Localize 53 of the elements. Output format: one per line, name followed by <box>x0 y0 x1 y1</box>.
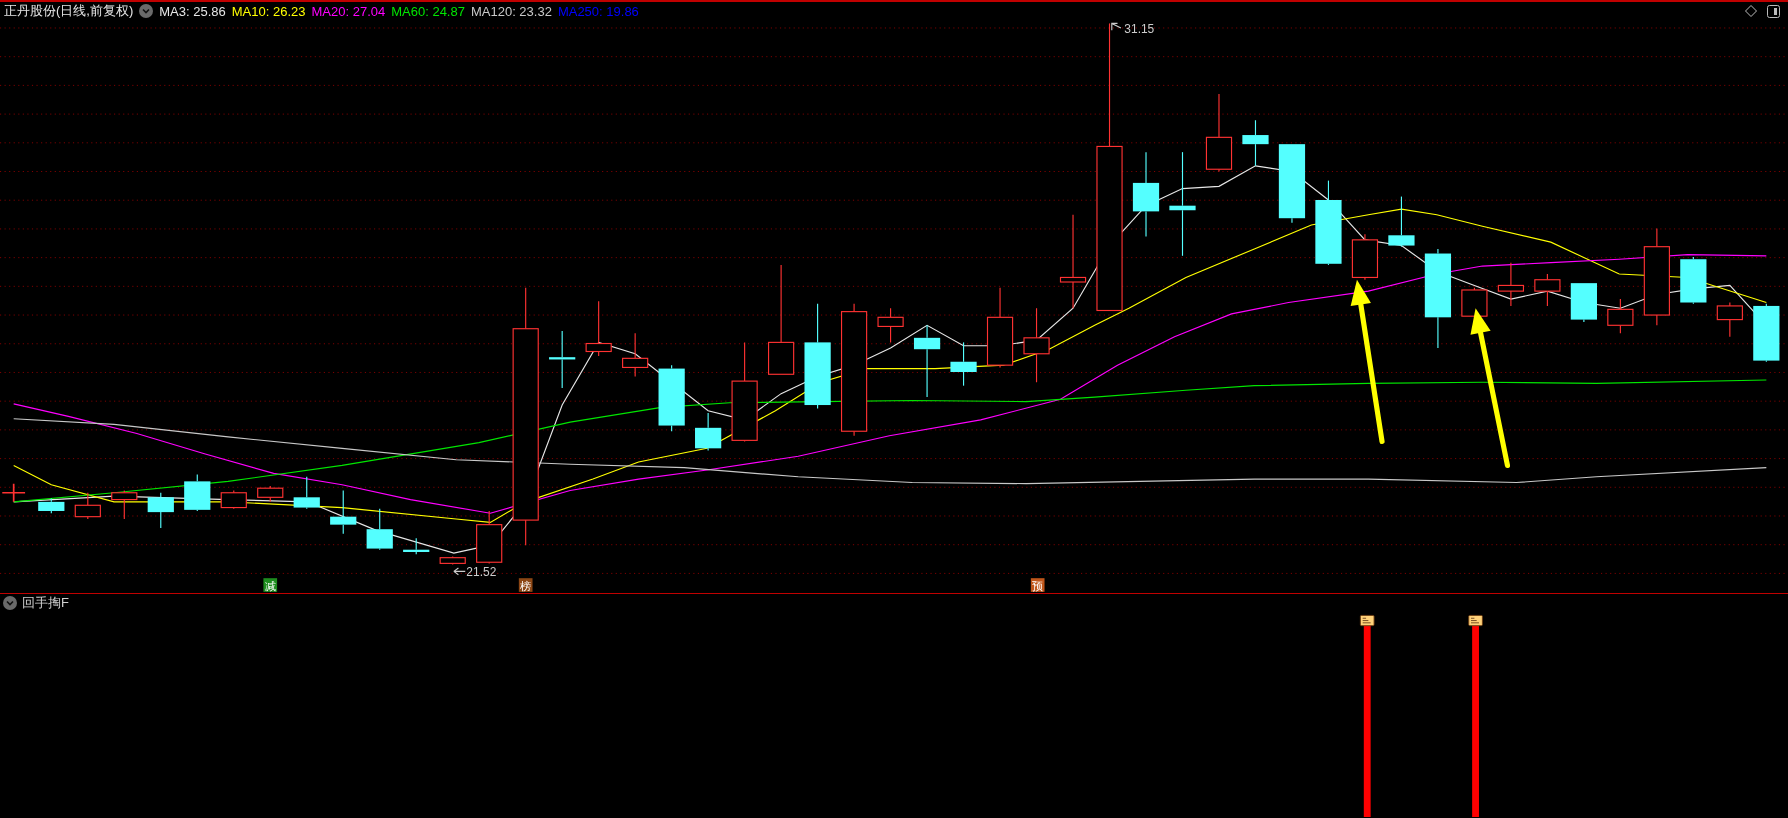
candlestick <box>1461 287 1488 318</box>
candlestick <box>439 555 466 566</box>
candlestick <box>476 510 503 564</box>
stock-title: 正丹股份(日线,前复权) <box>4 2 134 20</box>
crosshair-icon <box>1 482 26 503</box>
candlestick <box>366 508 393 551</box>
signboard-icon <box>1359 614 1375 627</box>
signboard-icon <box>1468 614 1483 627</box>
moving-average-label: MA20: 27.04 <box>311 3 386 19</box>
candlestick <box>220 489 247 510</box>
indicator-name: 回手掏F <box>22 594 69 612</box>
candlestick <box>1607 298 1634 334</box>
candlestick <box>695 412 722 452</box>
candlestick <box>184 473 211 512</box>
moving-average-label: MA60: 24.87 <box>391 3 465 19</box>
candlestick <box>330 489 357 535</box>
panel-toggle-icon[interactable] <box>1767 4 1780 18</box>
candlestick <box>293 476 320 510</box>
candlestick <box>147 492 174 529</box>
candlestick <box>950 341 977 387</box>
candlestick <box>1242 119 1269 167</box>
candlestick <box>585 300 612 357</box>
candlestick <box>1753 303 1780 363</box>
dropdown-icon[interactable] <box>139 4 154 18</box>
candlestick <box>403 537 430 555</box>
candlestick <box>1570 282 1597 323</box>
candlestick <box>1680 256 1707 305</box>
candlestick <box>877 307 904 343</box>
pointer-arrow-icon <box>453 567 466 576</box>
signal-marker: 预 <box>1030 578 1045 592</box>
candlestick <box>658 364 685 432</box>
high-price-label: 31.15 <box>1124 21 1155 36</box>
moving-average-label: MA3: 25.86 <box>159 3 226 19</box>
candlestick <box>257 485 284 503</box>
moving-average-label: MA120: 23.32 <box>470 3 552 19</box>
candlestick <box>1534 273 1561 307</box>
candlestick <box>1351 233 1379 281</box>
dropdown-icon[interactable] <box>3 596 17 610</box>
candlestick <box>622 332 649 378</box>
candlestick <box>111 489 138 520</box>
signal-marker: 减 <box>263 578 278 592</box>
candlestick <box>1716 301 1743 338</box>
signal-marker: 榜 <box>518 578 533 592</box>
diamond-icon[interactable] <box>1745 4 1757 17</box>
candlestick <box>1497 262 1524 307</box>
low-price-label: 21.52 <box>466 564 497 579</box>
moving-average-label: MA10: 26.23 <box>231 3 306 19</box>
candlestick <box>38 497 65 514</box>
candlestick <box>549 330 576 389</box>
moving-average-label: MA250: 19.86 <box>557 3 639 19</box>
pointer-arrow-icon <box>1111 22 1122 31</box>
candlestick <box>1388 196 1415 248</box>
candlestick <box>74 492 101 520</box>
